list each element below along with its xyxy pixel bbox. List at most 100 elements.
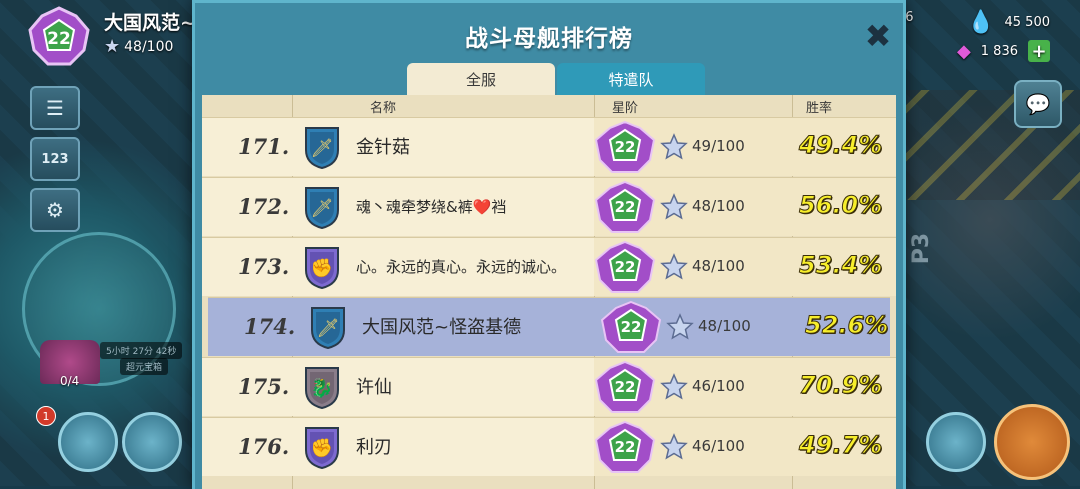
rank-level-badge: 22 [594, 120, 656, 173]
star-icon [660, 193, 688, 220]
svg-text:✊: ✊ [311, 438, 333, 459]
rank-level-badge: 22 [594, 240, 656, 293]
svg-text:✊: ✊ [311, 258, 333, 279]
row-rank: 171. [238, 134, 290, 159]
row-winrate: 49.7% [798, 431, 883, 460]
star-icon: ★ [104, 36, 121, 57]
row-rank: 175. [238, 374, 290, 399]
fist-shield-icon: ✊ [305, 427, 339, 470]
row-winrate: 70.9% [798, 371, 883, 400]
ranking-icon: 123 [41, 151, 69, 167]
troops-button[interactable] [58, 412, 118, 472]
leaderboard-row[interactable]: 173. ✊ 心。永远的真心。永远的诚心。 22 48/100 53.4% [202, 237, 896, 296]
player-name: 大国风范~ [104, 12, 196, 34]
row-stars: 48/100 [692, 197, 745, 215]
close-button[interactable]: ✖ [863, 20, 893, 52]
rank-level-text: 22 [615, 198, 636, 216]
row-player-name: 大国风范~怪盗基德 [362, 317, 522, 338]
row-rank: 172. [238, 194, 290, 219]
fist-shield-icon: ✊ [305, 247, 339, 290]
leaderboard-row[interactable]: 175. 🐉 许仙 22 46/100 70.9% [202, 357, 896, 416]
gem-value: 1 836 [980, 43, 1018, 59]
row-player-name: 许仙 [356, 377, 392, 398]
ranking-button[interactable]: 123 [30, 137, 80, 181]
dagger-shield-icon: 🗡 [311, 307, 345, 350]
row-rank: 176. [238, 434, 290, 459]
row-rank: 173. [238, 254, 290, 279]
svg-text:🐉: 🐉 [311, 377, 333, 399]
star-icon [660, 253, 688, 280]
leaderboard-row[interactable]: 176. ✊ 利刃 22 46/100 49.7% [202, 417, 896, 476]
leaderboard-panel[interactable]: 名称 星阶 胜率 171. 🗡 金针菇 22 49/100 49.4% 172. 🗡 魂丶魂牵梦… [202, 95, 896, 489]
gem-icon: ◆ [956, 40, 971, 62]
rank-level-text: 22 [615, 438, 636, 456]
rank-level-text: 22 [615, 258, 636, 276]
attack-button[interactable] [994, 404, 1070, 480]
player-stars: ★ 48/100 [104, 36, 173, 57]
timer-subtext: 超元宝箱 [120, 358, 169, 375]
modal-title: 战斗母舰排行榜 [465, 26, 633, 52]
dagger-shield-icon: 🗡 [305, 127, 339, 170]
leaderboard-row[interactable]: 174. 🗡 大国风范~怪盗基德 22 48/100 52.6% [208, 297, 890, 356]
leaderboard-row[interactable]: 172. 🗡 魂丶魂牵梦绕&裤❤️裆 22 48/100 56.0% [202, 177, 896, 236]
dagger-shield-icon: 🗡 [305, 187, 339, 230]
row-player-name: 魂丶魂牵梦绕&裤❤️裆 [356, 198, 507, 216]
oil-value: 45 500 [1004, 15, 1051, 30]
close-icon: ✖ [864, 17, 892, 55]
tab-task-force[interactable]: 特遣队 [557, 63, 705, 95]
svg-text:🗡: 🗡 [317, 318, 340, 339]
row-stars: 46/100 [692, 437, 745, 455]
row-player-name: 金针菇 [356, 137, 410, 158]
star-icon [660, 433, 688, 460]
timer-text: 5小时 27分 42秒 [100, 342, 183, 359]
player-level-badge[interactable]: 22 [26, 6, 92, 68]
column-name-header: 名称 [370, 101, 397, 116]
row-stars: 48/100 [698, 317, 751, 335]
svg-text:🗡: 🗡 [311, 138, 334, 159]
notification-badge: 1 [36, 406, 56, 426]
svg-text:🗡: 🗡 [311, 198, 334, 219]
row-winrate: 53.4% [798, 251, 883, 280]
star-icon [666, 313, 694, 340]
chat-icon: 💬 [1025, 92, 1051, 116]
rank-level-text: 22 [615, 378, 636, 396]
weapons-button[interactable] [122, 412, 182, 472]
row-winrate: 52.6% [804, 311, 889, 340]
row-rank: 174. [244, 314, 296, 339]
menu-icon: ☰ [46, 96, 64, 120]
leaderboard-modal: 战斗母舰排行榜 ✖ 全服 特遣队 名称 星阶 胜率 171. 🗡 金针菇 22 49/1… [192, 0, 906, 489]
tab-all-server[interactable]: 全服 [407, 63, 555, 95]
rank-level-text: 22 [621, 318, 642, 336]
rank-level-badge: 22 [594, 360, 656, 413]
settings-button[interactable]: ⚙ [30, 188, 80, 232]
oil-drop-icon: 💧 [967, 10, 995, 35]
hq-count: 0/4 [60, 374, 80, 388]
star-icon [660, 373, 688, 400]
chat-button[interactable]: 💬 [1014, 80, 1062, 128]
leaderboard-row[interactable]: 171. 🗡 金针菇 22 49/100 49.4% [202, 117, 896, 176]
rank-level-text: 22 [615, 138, 636, 156]
row-stars: 49/100 [692, 137, 745, 155]
rank-level-badge: 22 [594, 420, 656, 473]
shop-button[interactable] [926, 412, 986, 472]
dragon-shield-icon: 🐉 [305, 367, 339, 410]
column-winrate-header: 胜率 [806, 101, 833, 116]
tab-task-force-label: 特遣队 [608, 70, 654, 89]
star-icon [660, 133, 688, 160]
map-marker: P3 [909, 232, 935, 265]
row-player-name: 利刃 [356, 437, 392, 458]
rank-level-badge: 22 [594, 180, 656, 233]
add-gems-button[interactable]: + [1028, 40, 1050, 62]
tab-all-server-label: 全服 [465, 70, 496, 89]
gear-icon: ⚙ [46, 198, 64, 222]
rank-level-badge: 22 [600, 300, 662, 353]
row-player-name: 心。永远的真心。永远的诚心。 [356, 258, 567, 276]
gem-resource: ◆ 1 836 + [957, 40, 1050, 62]
row-winrate: 49.4% [798, 131, 883, 160]
oil-resource: 💧 45 500 [967, 10, 1050, 35]
row-stars: 48/100 [692, 257, 745, 275]
menu-button[interactable]: ☰ [30, 86, 80, 130]
row-winrate: 56.0% [798, 191, 883, 220]
player-level-text: 22 [47, 29, 71, 49]
row-stars: 46/100 [692, 377, 745, 395]
